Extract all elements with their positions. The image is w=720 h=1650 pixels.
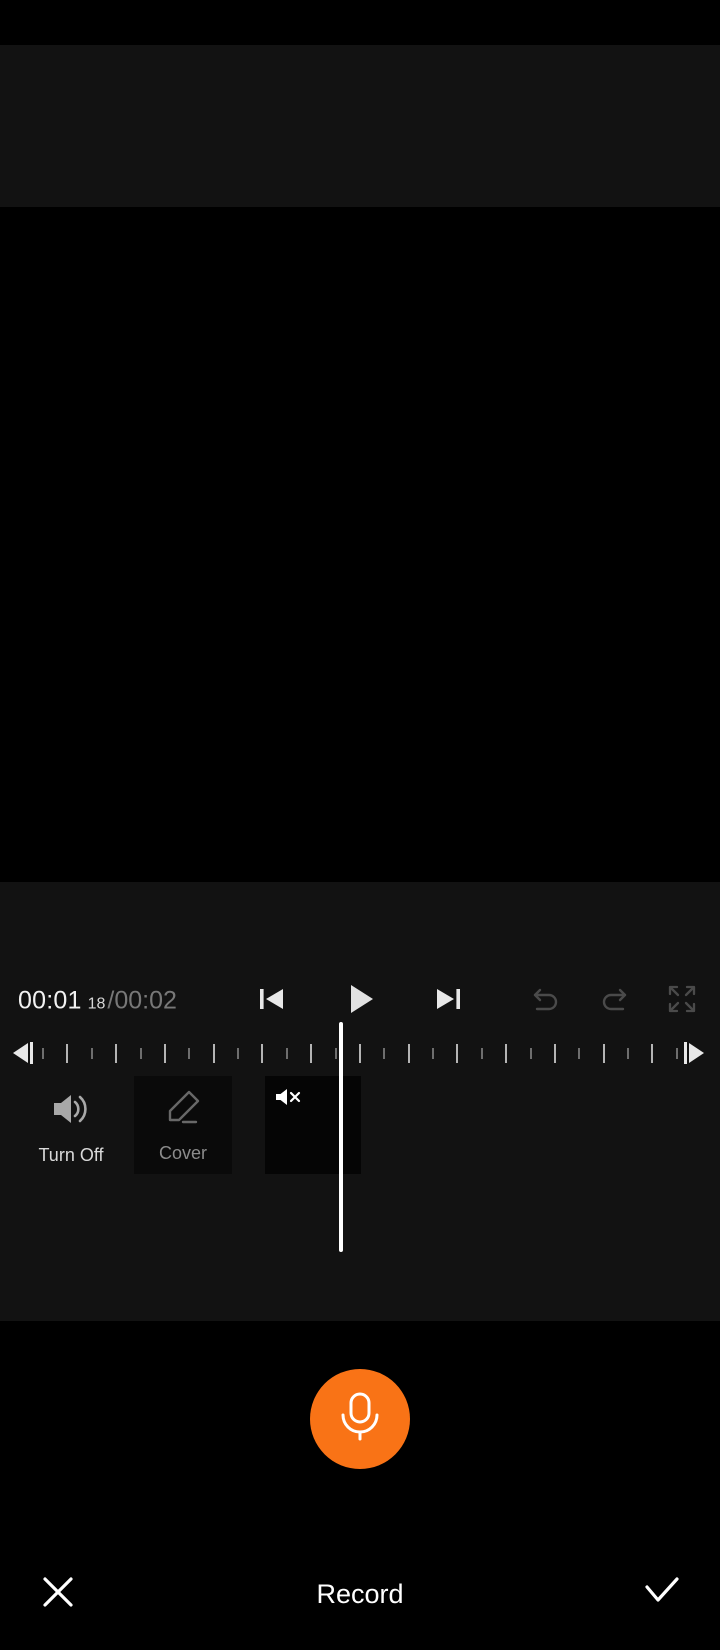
transport-controls [248, 977, 472, 1025]
timecode-current: 00:01 [18, 986, 82, 1015]
ruler-tick [42, 1047, 44, 1059]
ruler-start-marker[interactable] [10, 1040, 40, 1066]
ruler-tick [407, 1043, 410, 1063]
ruler-tick [383, 1047, 386, 1059]
ruler-tick [139, 1047, 142, 1059]
check-icon [641, 1571, 683, 1618]
record-button[interactable] [310, 1368, 410, 1469]
ruler-tick [261, 1043, 264, 1063]
ruler-tick [212, 1043, 215, 1063]
fullscreen-icon [666, 983, 698, 1020]
pencil-icon [162, 1086, 204, 1133]
timecode-display: 00:01 18 / 00:02 [18, 987, 177, 1016]
video-preview[interactable] [0, 207, 720, 882]
ruler-tick [66, 1043, 69, 1063]
ruler-tick [163, 1043, 166, 1063]
ruler-tick [90, 1047, 93, 1059]
transport-bar: 00:01 18 / 00:02 [0, 970, 720, 1032]
ruler-tick [529, 1047, 532, 1059]
ruler-end-marker[interactable] [680, 1040, 710, 1066]
cover-clip-button[interactable]: Cover [134, 1076, 232, 1174]
audio-toggle-button[interactable]: Turn Off [34, 1090, 108, 1166]
ruler-tick [480, 1047, 483, 1059]
ruler-tick [115, 1043, 118, 1063]
timecode-frame: 18 [87, 995, 106, 1013]
microphone-icon [335, 1389, 385, 1448]
skip-previous-button[interactable] [248, 977, 296, 1025]
playhead[interactable] [339, 1022, 343, 1252]
screen-title: Record [316, 1578, 404, 1609]
record-area [0, 1321, 720, 1538]
timecode-total: 00:02 [114, 986, 177, 1015]
ruler-tick [188, 1047, 191, 1059]
ruler-tick [505, 1043, 508, 1063]
undo-button[interactable] [522, 977, 570, 1025]
skip-next-button[interactable] [424, 977, 472, 1025]
video-clip[interactable] [265, 1076, 361, 1174]
timeline-tracks: Turn Off Cover [0, 1022, 720, 1252]
cover-clip-label: Cover [158, 1143, 207, 1163]
redo-button[interactable] [590, 977, 638, 1025]
ruler-tick [285, 1047, 288, 1059]
ruler-tick [602, 1043, 605, 1063]
skip-previous-icon [255, 982, 289, 1021]
edit-tools [522, 977, 706, 1025]
skip-next-icon [431, 982, 465, 1021]
transport-spacer [0, 882, 720, 970]
timeline-editor-panel: 00:01 18 / 00:02 Turn Off Cover [0, 882, 720, 1321]
ruler-tick [237, 1047, 239, 1059]
timecode-separator: / [107, 986, 115, 1015]
fullscreen-button[interactable] [658, 977, 706, 1025]
status-bar [0, 0, 720, 45]
confirm-button[interactable] [634, 1566, 690, 1622]
timeline-ruler[interactable] [0, 1032, 720, 1074]
audio-toggle-label: Turn Off [38, 1145, 104, 1165]
ruler-tick [553, 1043, 556, 1063]
ruler-tick [578, 1047, 581, 1059]
play-icon [340, 979, 380, 1024]
volume-muted-icon [274, 1086, 304, 1108]
ruler-tick [456, 1043, 459, 1063]
cancel-button[interactable] [30, 1566, 86, 1622]
ruler-tick [675, 1047, 678, 1059]
top-toolbar-area [0, 45, 720, 207]
ruler-tick [651, 1043, 654, 1063]
ruler-tick [358, 1043, 361, 1063]
ruler-tick [334, 1047, 337, 1059]
ruler-tick [432, 1047, 434, 1059]
ruler-ticks [42, 1032, 678, 1074]
play-button[interactable] [336, 977, 384, 1025]
undo-icon [529, 982, 563, 1021]
record-screen: 00:01 18 / 00:02 Turn Off Cover Record [0, 0, 720, 1650]
ruler-tick [627, 1047, 629, 1059]
bottom-action-bar: Record [0, 1538, 720, 1650]
ruler-tick [310, 1043, 313, 1063]
redo-icon [597, 982, 631, 1021]
volume-on-icon [49, 1090, 93, 1133]
close-icon [38, 1572, 78, 1617]
